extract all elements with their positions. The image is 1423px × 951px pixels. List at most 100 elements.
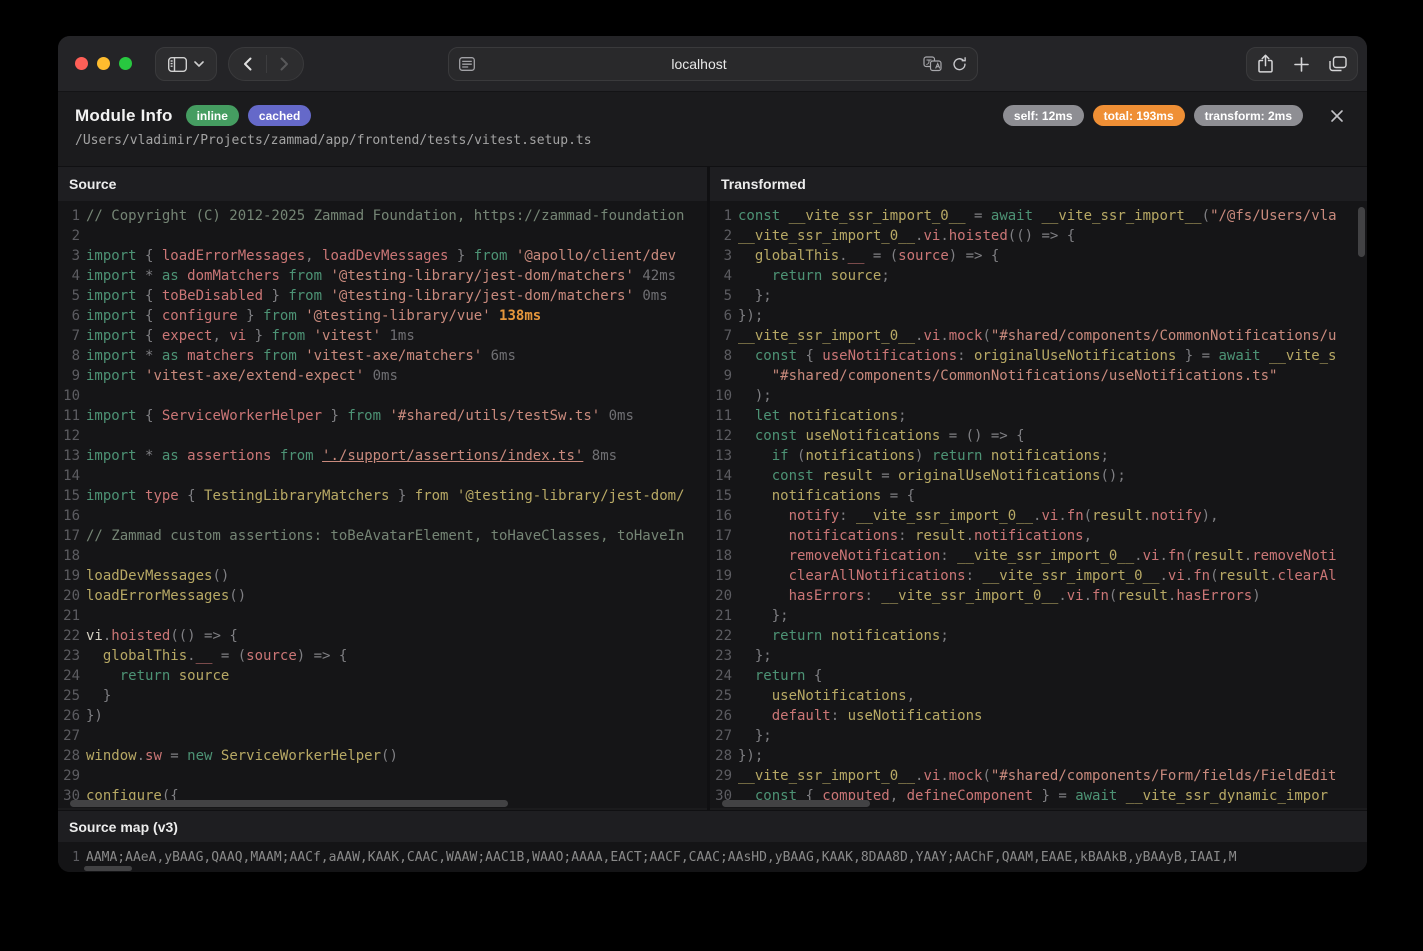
url-text[interactable]: localhost (475, 56, 923, 72)
code-line: 6}); (710, 306, 1367, 326)
badge-cached: cached (248, 105, 311, 126)
line-number: 29 (710, 766, 738, 786)
line-number: 28 (710, 746, 738, 766)
line-number: 22 (58, 626, 86, 646)
line-number: 21 (710, 606, 738, 626)
window-zoom-button[interactable] (119, 57, 132, 70)
transformed-pane: Transformed 1const __vite_ssr_import_0__… (710, 167, 1367, 810)
code-line: 2__vite_ssr_import_0__.vi.hoisted(() => … (710, 226, 1367, 246)
line-number: 14 (710, 466, 738, 486)
code-line: 6import { configure } from '@testing-lib… (58, 306, 707, 326)
line-number: 13 (58, 446, 86, 466)
line-number: 13 (710, 446, 738, 466)
new-tab-button[interactable] (1294, 57, 1309, 72)
transformed-horizontal-scrollbar[interactable] (722, 800, 870, 807)
line-number: 17 (58, 526, 86, 546)
code-line: 24 return { (710, 666, 1367, 686)
line-number: 5 (710, 286, 738, 306)
line-number: 22 (710, 626, 738, 646)
line-number: 3 (710, 246, 738, 266)
source-horizontal-scrollbar[interactable] (70, 800, 508, 807)
line-number: 6 (58, 306, 86, 326)
line-number: 6 (710, 306, 738, 326)
line-number: 3 (58, 246, 86, 266)
line-number: 4 (58, 266, 86, 286)
line-number: 18 (710, 546, 738, 566)
code-line: 25 useNotifications, (710, 686, 1367, 706)
line-number: 12 (58, 426, 86, 446)
source-code[interactable]: 1// Copyright (C) 2012-2025 Zammad Found… (58, 201, 707, 808)
sourcemap-mappings: AAMA;AAeA,yBAAG,QAAQ,MAAM;AACf,aAAW,KAAK… (86, 850, 1367, 865)
line-number: 4 (710, 266, 738, 286)
line-number: 2 (58, 226, 86, 246)
close-button[interactable] (1327, 106, 1347, 126)
source-pane: Source 1// Copyright (C) 2012-2025 Zamma… (58, 167, 710, 810)
sidebar-toggle-button[interactable] (155, 47, 217, 81)
address-bar[interactable]: localhost (448, 47, 978, 81)
code-line: 9import 'vitest-axe/extend-expect' 0ms (58, 366, 707, 386)
code-line: 14 const result = originalUseNotificatio… (710, 466, 1367, 486)
code-line: 1const __vite_ssr_import_0__ = await __v… (710, 206, 1367, 226)
line-number: 23 (710, 646, 738, 666)
line-number: 1 (710, 206, 738, 226)
code-line: 3import { loadErrorMessages, loadDevMess… (58, 246, 707, 266)
code-line: 19 clearAllNotifications: __vite_ssr_imp… (710, 566, 1367, 586)
code-line: 10 ); (710, 386, 1367, 406)
source-pane-title: Source (58, 167, 707, 201)
code-line: 20loadErrorMessages() (58, 586, 707, 606)
badge-inline: inline (186, 105, 239, 126)
line-number: 10 (58, 386, 86, 406)
sidebar-icon (168, 57, 187, 72)
code-line: 12 (58, 426, 707, 446)
code-line: 29 (58, 766, 707, 786)
code-line: 22 return notifications; (710, 626, 1367, 646)
tabs-button[interactable] (1329, 56, 1347, 72)
window-close-button[interactable] (75, 57, 88, 70)
code-line: 21 }; (710, 606, 1367, 626)
code-line: 20 hasErrors: __vite_ssr_import_0__.vi.f… (710, 586, 1367, 606)
sourcemap-horizontal-scrollbar[interactable] (84, 866, 132, 871)
code-line: 7import { expect, vi } from 'vitest' 1ms (58, 326, 707, 346)
sourcemap-row[interactable]: 1 AAMA;AAeA,yBAAG,QAAQ,MAAM;AACf,aAAW,KA… (58, 842, 1367, 872)
code-line: 25 } (58, 686, 707, 706)
code-line: 1// Copyright (C) 2012-2025 Zammad Found… (58, 206, 707, 226)
line-number: 5 (58, 286, 86, 306)
timing-badges: self: 12mstotal: 193mstransform: 2ms (1003, 105, 1303, 126)
forward-button[interactable] (266, 48, 303, 80)
share-button[interactable] (1257, 54, 1274, 74)
line-number: 27 (710, 726, 738, 746)
code-line: 15import type { TestingLibraryMatchers }… (58, 486, 707, 506)
transformed-code[interactable]: 1const __vite_ssr_import_0__ = await __v… (710, 201, 1367, 808)
code-line: 18 removeNotification: __vite_ssr_import… (710, 546, 1367, 566)
translate-icon[interactable] (923, 56, 942, 72)
transformed-vertical-scrollbar[interactable] (1358, 207, 1365, 257)
code-line: 15 notifications = { (710, 486, 1367, 506)
line-number: 2 (710, 226, 738, 246)
back-button[interactable] (229, 48, 266, 80)
line-number: 29 (58, 766, 86, 786)
code-line: 22vi.hoisted(() => { (58, 626, 707, 646)
code-line: 13 if (notifications) return notificatio… (710, 446, 1367, 466)
line-number: 17 (710, 526, 738, 546)
code-line: 27 (58, 726, 707, 746)
line-number: 24 (710, 666, 738, 686)
toolbar-actions (1246, 47, 1358, 81)
code-line: 8import * as matchers from 'vitest-axe/m… (58, 346, 707, 366)
timing-self: self: 12ms (1003, 105, 1084, 126)
line-number: 14 (58, 466, 86, 486)
window-minimize-button[interactable] (97, 57, 110, 70)
code-line: 16 (58, 506, 707, 526)
line-number: 26 (710, 706, 738, 726)
code-line: 23 }; (710, 646, 1367, 666)
timing-total: total: 193ms (1093, 105, 1185, 126)
browser-toolbar: localhost (58, 36, 1367, 92)
line-number: 18 (58, 546, 86, 566)
line-number: 25 (58, 686, 86, 706)
code-line: 17 notifications: result.notifications, (710, 526, 1367, 546)
reload-button[interactable] (952, 56, 967, 72)
site-settings-icon[interactable] (459, 57, 475, 71)
line-number: 9 (58, 366, 86, 386)
line-number: 19 (710, 566, 738, 586)
line-number: 11 (710, 406, 738, 426)
line-number: 26 (58, 706, 86, 726)
